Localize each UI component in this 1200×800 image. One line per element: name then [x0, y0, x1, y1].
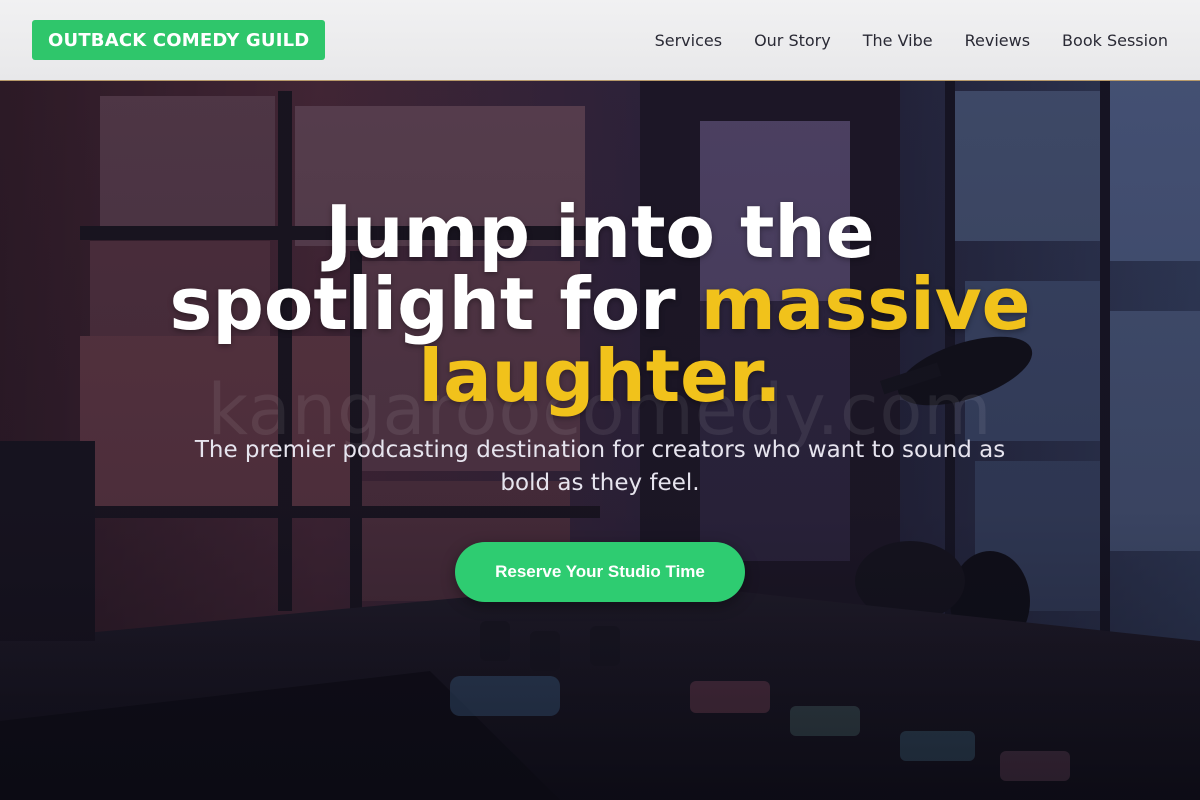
nav-link-services[interactable]: Services [655, 31, 722, 50]
nav-link-our-story[interactable]: Our Story [754, 31, 831, 50]
hero-section: kangaroocomedy.com Jump into the spotlig… [0, 81, 1200, 800]
top-navigation: OUTBACK COMEDY GUILD Services Our Story … [0, 0, 1200, 81]
brand-logo[interactable]: OUTBACK COMEDY GUILD [32, 20, 326, 60]
nav-link-reviews[interactable]: Reviews [965, 31, 1030, 50]
nav-links: Services Our Story The Vibe Reviews Book… [655, 31, 1168, 50]
hero-headline: Jump into the spotlight for massive laug… [150, 196, 1050, 412]
nav-link-the-vibe[interactable]: The Vibe [863, 31, 933, 50]
hero-subtitle: The premier podcasting destination for c… [194, 437, 1006, 496]
hero-content: Jump into the spotlight for massive laug… [0, 196, 1200, 602]
nav-link-book-session[interactable]: Book Session [1062, 31, 1168, 50]
reserve-studio-button[interactable]: Reserve Your Studio Time [455, 542, 745, 602]
